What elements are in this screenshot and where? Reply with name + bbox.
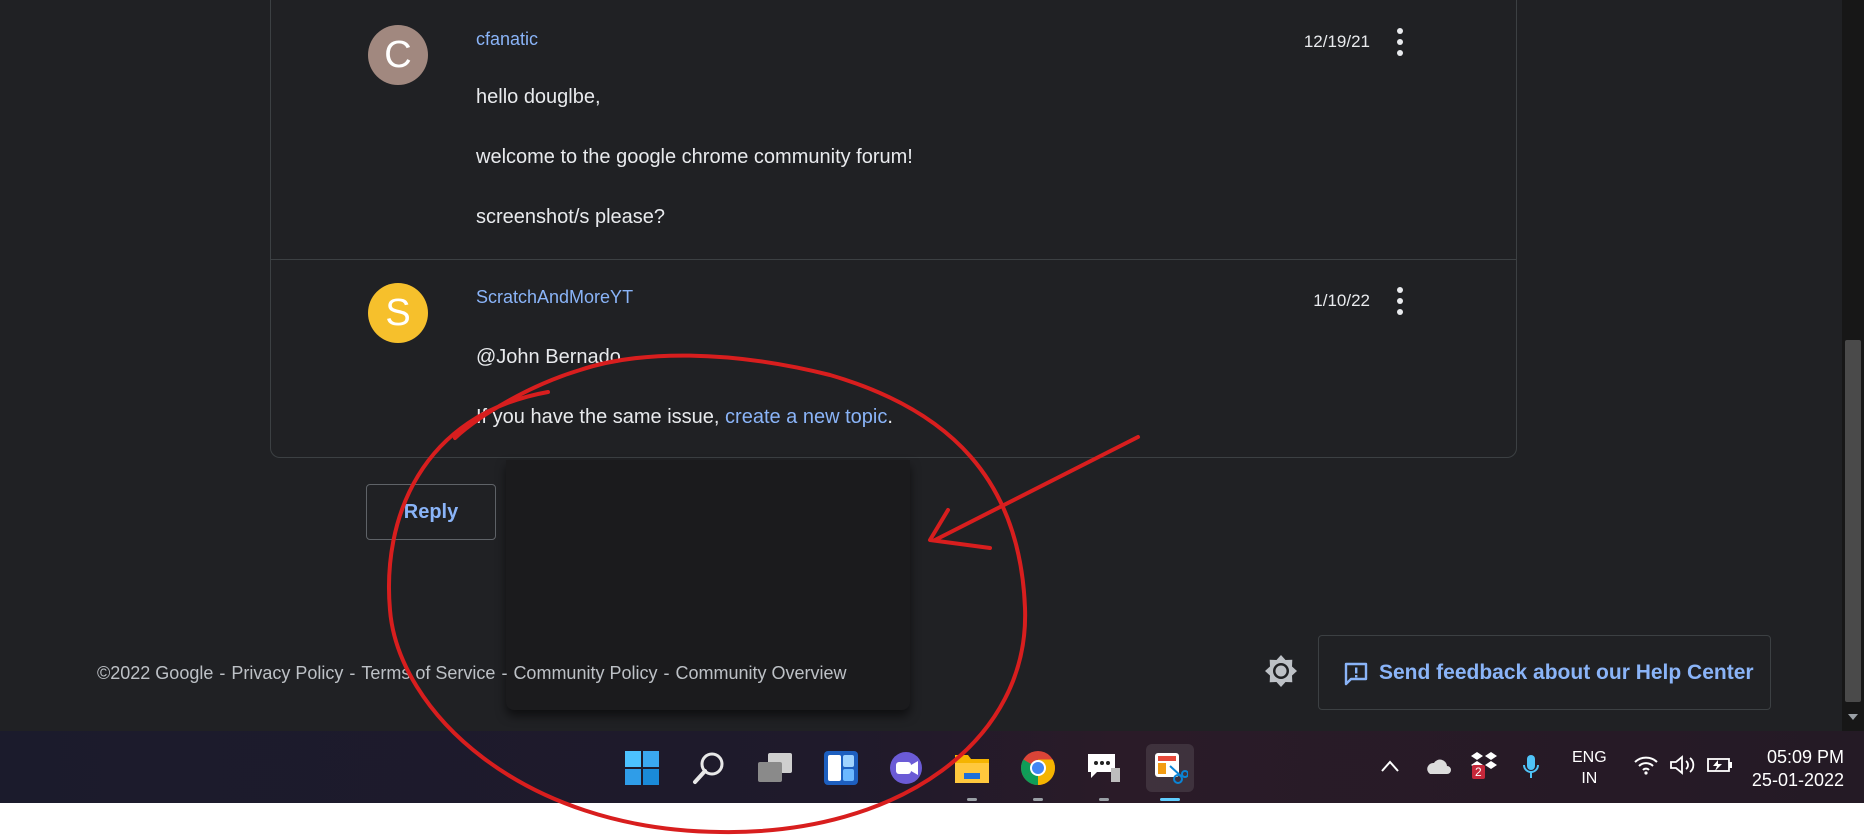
microphone-icon[interactable] [1522, 753, 1540, 781]
separator: - [219, 663, 226, 683]
reply-post: S ScratchAndMoreYT 1/10/22 @John Bernado… [271, 260, 1516, 458]
chrome-icon[interactable] [1014, 744, 1062, 801]
post-text-prefix: If you have the same issue, [476, 406, 726, 428]
post-text: hello douglbe, [476, 86, 601, 108]
post-text: screenshot/s please? [476, 206, 666, 228]
onedrive-icon[interactable] [1423, 756, 1451, 776]
language-region: IN [1581, 770, 1598, 787]
post-date: 1/10/22 [1313, 291, 1370, 310]
scroll-down-icon[interactable] [1848, 714, 1858, 720]
reply-post: C cfanatic 12/19/21 hello douglbe, welco… [271, 0, 1516, 260]
thread-card: C cfanatic 12/19/21 hello douglbe, welco… [270, 0, 1517, 458]
post-text: If you have the same issue, create a new… [476, 406, 893, 429]
create-topic-link[interactable]: create a new topic [725, 406, 887, 428]
desktop-margin [0, 803, 1864, 837]
author-name[interactable]: ScratchAndMoreYT [476, 287, 633, 308]
more-options-icon[interactable] [1395, 287, 1405, 315]
scrollbar-thumb[interactable] [1845, 340, 1861, 702]
post-text: @John Bernado [476, 346, 621, 368]
feedback-icon [1344, 662, 1368, 686]
feedback-label: Send feedback about our Help Center [1379, 661, 1754, 684]
avatar[interactable]: S [368, 283, 428, 343]
community-overview-link[interactable]: Community Overview [675, 663, 846, 683]
separator: - [349, 663, 356, 683]
dropbox-icon[interactable]: 2 [1470, 751, 1498, 781]
dropbox-badge: 2 [1472, 765, 1485, 779]
privacy-policy-link[interactable]: Privacy Policy [231, 663, 343, 683]
show-hidden-icons-icon[interactable] [1380, 759, 1400, 773]
separator: - [663, 663, 670, 683]
brightness-icon[interactable] [1264, 654, 1298, 688]
file-explorer-icon[interactable] [948, 744, 996, 801]
start-icon[interactable] [618, 744, 666, 792]
footer-links: ©2022 Google - Privacy Policy - Terms of Ser… [94, 663, 850, 684]
language-indicator[interactable]: ENG IN [1572, 747, 1607, 789]
windows-taskbar: 2 ENG IN 05:09 PM 25-01-2022 [0, 731, 1864, 803]
community-policy-link[interactable]: Community Policy [513, 663, 657, 683]
task-view-icon[interactable] [751, 744, 799, 792]
author-name[interactable]: cfanatic [476, 29, 538, 50]
battery-charging-icon[interactable] [1704, 755, 1734, 775]
send-feedback-button[interactable]: Send feedback about our Help Center [1318, 635, 1771, 710]
post-text: welcome to the google chrome community f… [476, 146, 913, 168]
avatar[interactable]: C [368, 25, 428, 85]
forum-page: C cfanatic 12/19/21 hello douglbe, welco… [0, 0, 1864, 731]
widgets-icon[interactable] [817, 744, 865, 792]
system-clock[interactable]: 05:09 PM 25-01-2022 [1748, 746, 1844, 792]
clock-date: 25-01-2022 [1751, 770, 1844, 790]
post-date: 12/19/21 [1303, 32, 1370, 51]
language-code: ENG [1572, 749, 1607, 766]
post-text-suffix: . [887, 406, 893, 428]
volume-icon[interactable] [1669, 754, 1697, 776]
wifi-icon[interactable] [1633, 755, 1659, 775]
separator: - [501, 663, 508, 683]
search-icon[interactable] [685, 744, 733, 792]
feedback-hub-icon[interactable] [1080, 744, 1128, 801]
more-options-icon[interactable] [1395, 28, 1405, 56]
chat-icon[interactable] [882, 744, 930, 792]
terms-of-service-link[interactable]: Terms of Service [361, 663, 495, 683]
reply-button[interactable]: Reply [366, 484, 496, 540]
scrollbar[interactable] [1842, 0, 1864, 731]
clock-time: 05:09 PM [1766, 747, 1844, 767]
snipping-tool-icon[interactable] [1146, 744, 1194, 801]
copyright: ©2022 Google [97, 663, 214, 683]
